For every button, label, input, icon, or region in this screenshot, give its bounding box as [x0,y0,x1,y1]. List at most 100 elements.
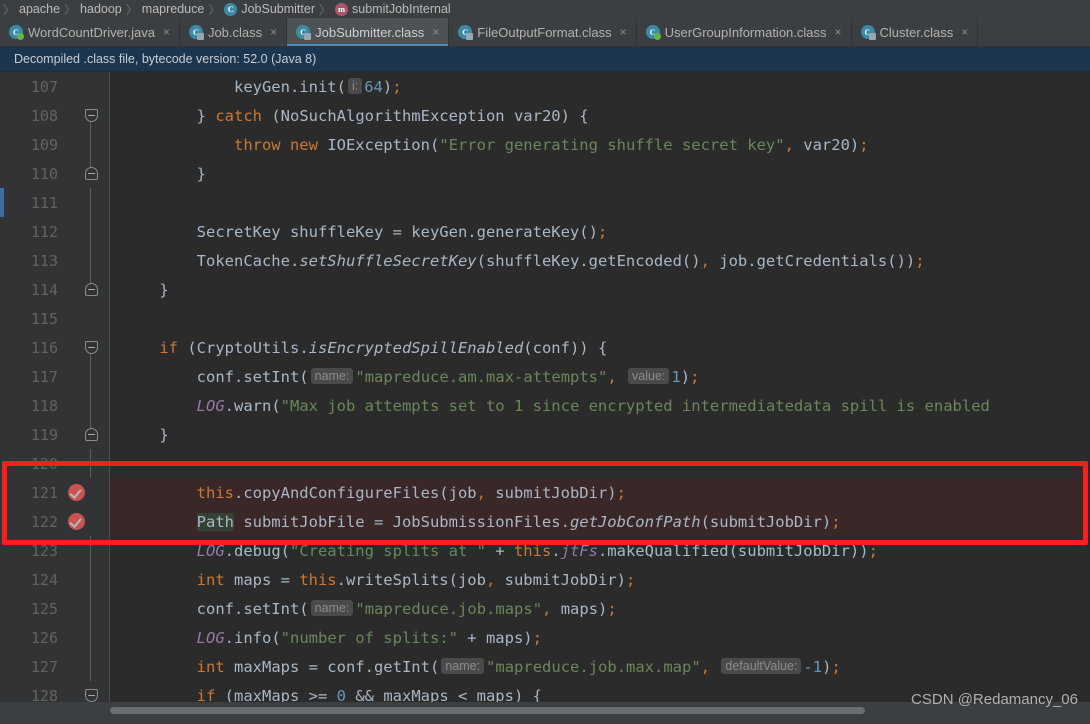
close-icon[interactable]: × [432,26,439,38]
editor-gutter[interactable]: 120 [0,449,110,478]
code-text[interactable]: SecretKey shuffleKey = keyGen.generateKe… [110,217,1090,246]
code-line[interactable]: 110 } [0,159,1090,188]
editor-gutter[interactable]: 122 [0,507,110,536]
editor-tab-job-class[interactable]: C Job.class × [180,18,288,46]
editor-gutter[interactable]: 109 [0,130,110,159]
code-text[interactable]: LOG .info("number of splits:" + maps); [110,623,1090,652]
fold-toggle-icon[interactable] [84,109,98,122]
editor-tab-wordcountdriver-java[interactable]: C WordCountDriver.java × [0,18,180,46]
code-text[interactable] [110,304,1090,333]
breadcrumb-item-apache[interactable]: apache [16,2,63,16]
code-text[interactable] [110,449,1090,478]
code-text[interactable]: } catch (NoSuchAlgorithmException var20)… [110,101,1090,130]
code-line[interactable]: 121 this .copyAndConfigureFiles(job, subm… [0,478,1090,507]
code-line[interactable]: 108 } catch (NoSuchAlgorithmException va… [0,101,1090,130]
code-fold-column[interactable] [82,623,100,652]
code-line[interactable]: 123 LOG .debug("Creating splits at " + th… [0,536,1090,565]
fold-toggle-icon[interactable] [84,341,98,354]
code-line[interactable]: 116 if (CryptoUtils. isEncryptedSpillEnab… [0,333,1090,362]
editor-gutter[interactable]: 115 [0,304,110,333]
code-line[interactable]: 125 conf.setInt(name: "mapreduce.job.maps… [0,594,1090,623]
horizontal-scrollbar-thumb[interactable] [110,707,865,714]
code-fold-column[interactable] [82,449,100,478]
code-editor[interactable]: 107 keyGen.init(i: 64); 108 } catch (NoSuc… [0,72,1090,724]
editor-gutter[interactable]: 114 [0,275,110,304]
editor-gutter[interactable]: 111 [0,188,110,217]
code-fold-column[interactable] [82,536,100,565]
code-line[interactable]: 111 [0,188,1090,217]
code-fold-column[interactable] [82,594,100,623]
code-fold-column[interactable] [82,391,100,420]
code-fold-column[interactable] [82,101,100,130]
code-line[interactable]: 115 [0,304,1090,333]
code-text[interactable]: conf.setInt(name: "mapreduce.am.max-attem… [110,362,1090,391]
code-line[interactable]: 109 throw new IOException("Error generat… [0,130,1090,159]
breadcrumb-item-jobsubmitter[interactable]: C JobSubmitter [221,2,318,16]
editor-gutter[interactable]: 110 [0,159,110,188]
fold-toggle-icon[interactable] [84,428,98,441]
code-line[interactable]: 126 LOG .info("number of splits:" + maps)… [0,623,1090,652]
code-text[interactable]: } [110,275,1090,304]
editor-tab-fileoutputformat-class[interactable]: C FileOutputFormat.class × [449,18,637,46]
code-fold-column[interactable] [82,362,100,391]
code-text[interactable]: int maxMaps = conf.getInt(name: "mapreduc… [110,652,1090,681]
code-text[interactable]: if (CryptoUtils. isEncryptedSpillEnabled(… [110,333,1090,362]
code-fold-column[interactable] [82,217,100,246]
code-fold-column[interactable] [82,130,100,159]
editor-gutter[interactable]: 123 [0,536,110,565]
code-text[interactable]: keyGen.init(i: 64); [110,72,1090,101]
code-line[interactable]: 119 } [0,420,1090,449]
editor-gutter[interactable]: 127 [0,652,110,681]
code-text[interactable]: throw new IOException("Error generating … [110,130,1090,159]
editor-tab-jobsubmitter-class[interactable]: C JobSubmitter.class × [287,18,450,46]
code-fold-column[interactable] [82,420,100,449]
code-fold-column[interactable] [82,188,100,217]
close-icon[interactable]: × [163,26,170,38]
code-line[interactable]: 107 keyGen.init(i: 64); [0,72,1090,101]
editor-gutter[interactable]: 113 [0,246,110,275]
code-line[interactable]: 122 Path submitJobFile = JobSubmissionFi… [0,507,1090,536]
editor-gutter[interactable]: 121 [0,478,110,507]
fold-toggle-icon[interactable] [84,283,98,296]
editor-tab-usergroupinformation-class[interactable]: C UserGroupInformation.class × [637,18,852,46]
editor-gutter[interactable]: 119 [0,420,110,449]
code-text[interactable]: } [110,159,1090,188]
breakpoint-icon[interactable] [68,513,85,530]
close-icon[interactable]: × [620,26,627,38]
code-line[interactable]: 117 conf.setInt(name: "mapreduce.am.max-a… [0,362,1090,391]
code-line[interactable]: 127 int maxMaps = conf.getInt(name: "mapr… [0,652,1090,681]
code-fold-column[interactable] [82,246,100,275]
code-fold-column[interactable] [82,565,100,594]
code-fold-column[interactable] [82,275,100,304]
code-line[interactable]: 112 SecretKey shuffleKey = keyGen.genera… [0,217,1090,246]
code-text[interactable]: Path submitJobFile = JobSubmissionFiles.… [110,507,1090,536]
close-icon[interactable]: × [961,26,968,38]
code-text[interactable]: int maps = this .writeSplits(job, submitJ… [110,565,1090,594]
code-line[interactable]: 124 int maps = this .writeSplits(job, sub… [0,565,1090,594]
breadcrumb-item-submitjobinternal[interactable]: m submitJobInternal [332,2,454,16]
breadcrumb-item-hadoop[interactable]: hadoop [77,2,125,16]
code-fold-column[interactable] [82,159,100,188]
code-text[interactable]: LOG .warn("Max job attempts set to 1 sinc… [110,391,1090,420]
code-text[interactable]: } [110,420,1090,449]
code-text[interactable]: conf.setInt(name: "mapreduce.job.maps", m… [110,594,1090,623]
breakpoint-icon[interactable] [68,484,85,501]
code-text[interactable]: LOG .debug("Creating splits at " + this. j… [110,536,1090,565]
code-line[interactable]: 114 } [0,275,1090,304]
code-text[interactable]: this .copyAndConfigureFiles(job, submitJo… [110,478,1090,507]
editor-gutter[interactable]: 124 [0,565,110,594]
editor-gutter[interactable]: 117 [0,362,110,391]
editor-gutter[interactable]: 116 [0,333,110,362]
editor-gutter[interactable]: 112 [0,217,110,246]
fold-toggle-icon[interactable] [84,689,98,702]
code-line[interactable]: 120 [0,449,1090,478]
breadcrumb-item-mapreduce[interactable]: mapreduce [139,2,208,16]
editor-gutter[interactable]: 108 [0,101,110,130]
code-line[interactable]: 118 LOG .warn("Max job attempts set to 1 … [0,391,1090,420]
code-text[interactable]: TokenCache. setShuffleSecretKey (shuffleKe… [110,246,1090,275]
editor-gutter[interactable]: 107 [0,72,110,101]
close-icon[interactable]: × [835,26,842,38]
code-text[interactable] [110,188,1090,217]
code-fold-column[interactable] [82,333,100,362]
editor-gutter[interactable]: 125 [0,594,110,623]
